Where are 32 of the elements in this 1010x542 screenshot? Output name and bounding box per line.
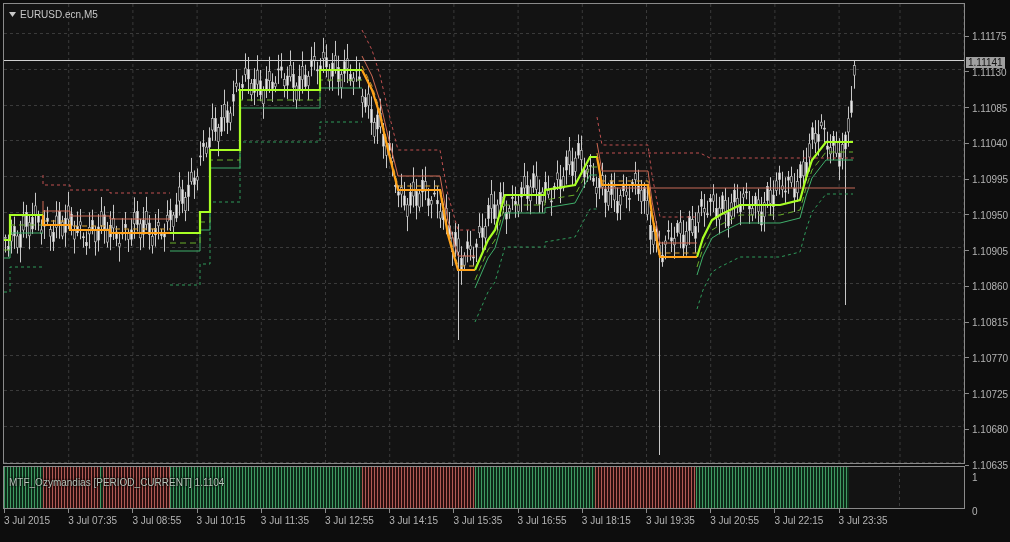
time-label: 3 Jul 18:15	[581, 515, 631, 527]
price-label: 1.10815	[972, 317, 1009, 329]
indicator-scale-label: 1	[972, 472, 978, 484]
time-label: 3 Jul 11:35	[260, 515, 309, 527]
time-label: 3 Jul 22:15	[774, 515, 824, 527]
time-label: 3 Jul 12:55	[325, 515, 374, 527]
price-label: 1.11040	[972, 138, 1008, 151]
indicator-scale-label: 0	[972, 506, 978, 518]
time-label: 3 Jul 15:35	[453, 515, 503, 527]
price-label: 1.11085	[972, 102, 1008, 115]
price-label: 1.10680	[972, 424, 1009, 437]
price-label: 1.10860	[972, 281, 1009, 294]
time-label: 3 Jul 14:15	[389, 515, 439, 527]
time-label: 3 Jul 10:15	[196, 515, 246, 527]
price-label: 1.11130	[972, 66, 1007, 79]
price-label: 1.10770	[972, 352, 1009, 365]
time-label: 3 Jul 20:55	[710, 515, 760, 527]
time-label: 3 Jul 16:55	[517, 515, 567, 527]
price-label: 1.10725	[972, 388, 1009, 401]
time-label: 3 Jul 2015	[4, 515, 51, 527]
dropdown-icon[interactable]	[9, 12, 16, 17]
chart-title: EURUSD.ecn,M5	[20, 8, 98, 22]
time-label: 3 Jul 23:35	[838, 515, 888, 527]
time-label: 3 Jul 19:35	[646, 515, 695, 527]
price-label: 1.10905	[972, 245, 1009, 258]
current-price-label: 1.11141	[966, 57, 1005, 68]
time-label: 3 Jul 07:35	[68, 515, 118, 527]
price-label: 1.10950	[972, 209, 1009, 222]
price-label: 1.11175	[972, 31, 1007, 43]
time-label: 3 Jul 08:55	[132, 515, 182, 527]
price-label: 1.10635	[972, 460, 1009, 472]
price-label: 1.10995	[972, 174, 1009, 186]
